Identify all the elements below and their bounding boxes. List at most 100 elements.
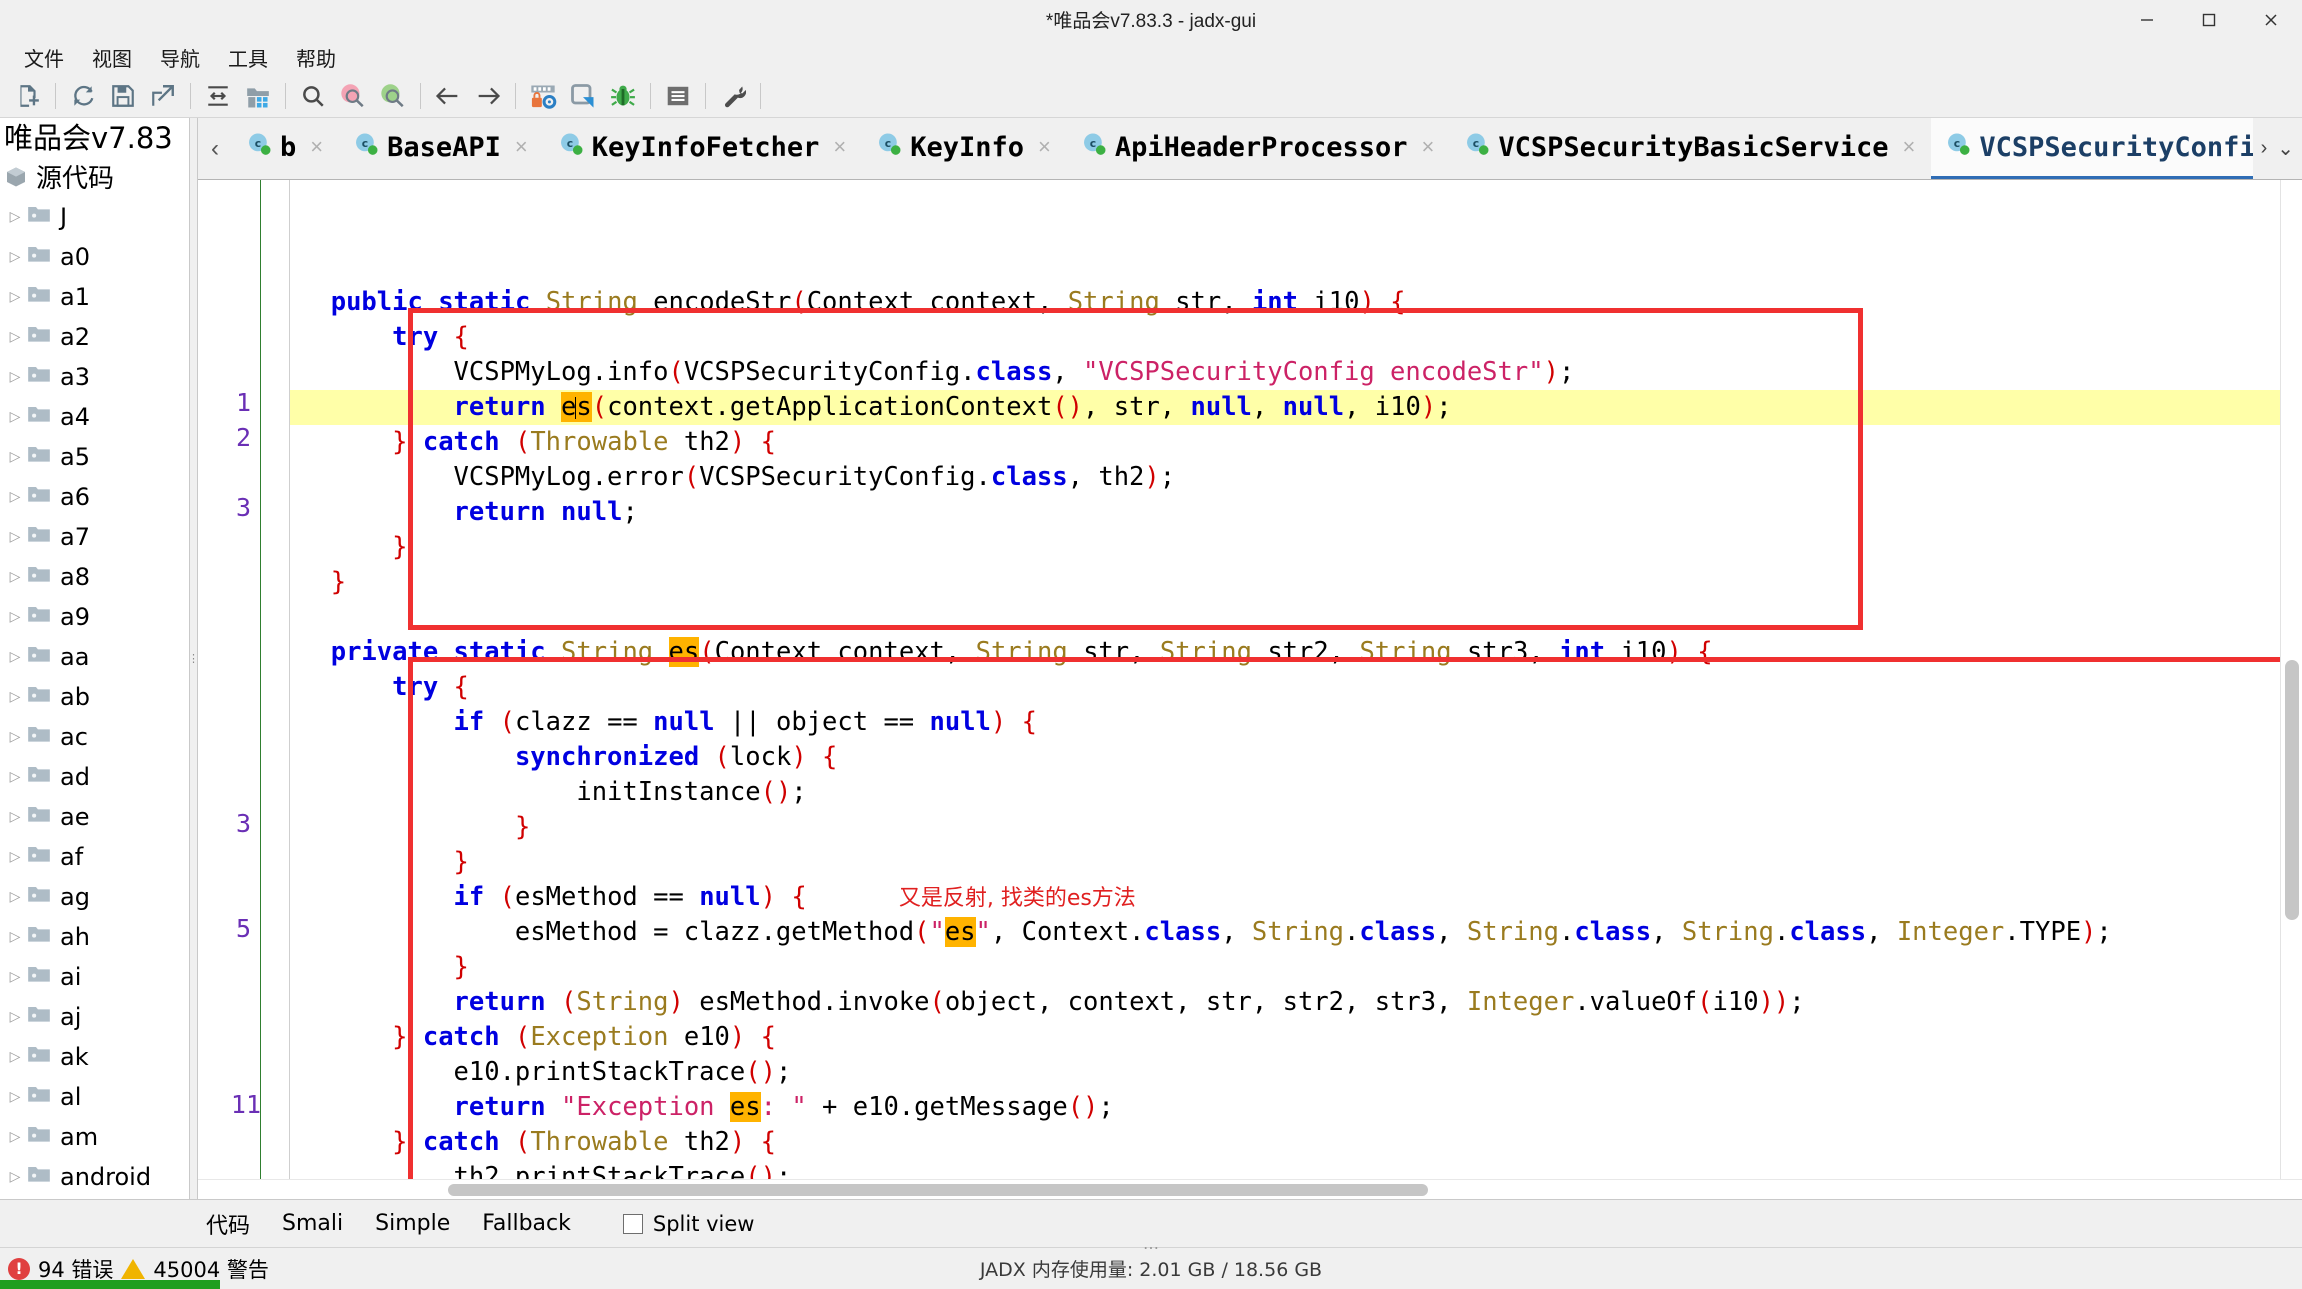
tree-expand-icon[interactable]: ▷ xyxy=(6,1169,24,1185)
tree-node-al[interactable]: ▷ al xyxy=(0,1077,189,1117)
tree-node-source[interactable]: 源代码 xyxy=(0,156,189,197)
tree-expand-icon[interactable]: ▷ xyxy=(6,1129,24,1145)
tab-smali[interactable]: Smali xyxy=(266,1205,359,1242)
split-view-checkbox[interactable] xyxy=(622,1213,643,1234)
tree-node-J[interactable]: ▷ J xyxy=(0,197,189,237)
menu-navigate[interactable]: 导航 xyxy=(146,40,214,75)
maximize-button[interactable] xyxy=(2178,0,2240,40)
log-viewer-icon[interactable] xyxy=(659,77,697,115)
tree-node-list[interactable]: ▷ J ▷ a0 ▷ a1 ▷ a2 ▷ a3 ▷ a4 ▷ a5 ▷ a6 ▷ a7 ▷ a8 ▷… xyxy=(0,197,189,1199)
split-view-toggle[interactable]: Split view xyxy=(622,1212,754,1236)
sidebar-splitter[interactable]: ⋮ xyxy=(188,118,199,1199)
tree-node-a0[interactable]: ▷ a0 xyxy=(0,237,189,277)
tree-node-ab[interactable]: ▷ ab xyxy=(0,677,189,717)
tab-VCSPSecurityConfig[interactable]: c VCSPSecurityConfig× xyxy=(1931,118,2253,179)
tree-node-aj[interactable]: ▷ aj xyxy=(0,997,189,1037)
tree-expand-icon[interactable]: ▷ xyxy=(6,569,24,585)
tree-expand-icon[interactable]: ▷ xyxy=(6,969,24,985)
tree-node-ak[interactable]: ▷ ak xyxy=(0,1037,189,1077)
tree-expand-icon[interactable]: ▷ xyxy=(6,929,24,945)
tab-KeyInfoFetcher[interactable]: c KeyInfoFetcher × xyxy=(544,118,862,179)
tree-node-a7[interactable]: ▷ a7 xyxy=(0,517,189,557)
code-editor[interactable]: 1 2 3 3 5 11 9 public static String enco… xyxy=(198,180,2302,1179)
menu-tools[interactable]: 工具 xyxy=(214,40,282,75)
tree-expand-icon[interactable]: ▷ xyxy=(6,609,24,625)
tab-fallback[interactable]: Fallback xyxy=(466,1205,587,1242)
status-resize-grip[interactable]: ⋯ xyxy=(0,1238,2302,1258)
tree-expand-icon[interactable]: ▷ xyxy=(6,249,24,265)
back-arrow-icon[interactable] xyxy=(429,77,467,115)
tab-VCSPSecurityBasicService[interactable]: c VCSPSecurityBasicService × xyxy=(1450,118,1931,179)
scrollbar-thumb[interactable] xyxy=(2285,660,2299,920)
tree-node-a1[interactable]: ▷ a1 xyxy=(0,277,189,317)
tree-node-ad[interactable]: ▷ ad xyxy=(0,757,189,797)
tree-node-a3[interactable]: ▷ a3 xyxy=(0,357,189,397)
tree-expand-icon[interactable]: ▷ xyxy=(6,849,24,865)
search-icon[interactable] xyxy=(294,77,332,115)
tab-close-icon[interactable]: × xyxy=(1032,134,1057,160)
tree-node-ac[interactable]: ▷ ac xyxy=(0,717,189,757)
tree-expand-icon[interactable]: ▷ xyxy=(6,329,24,345)
tab-close-icon[interactable]: × xyxy=(509,134,534,160)
status-issues[interactable]: ! 94 错误 45004 警告 xyxy=(0,1254,269,1284)
code-text[interactable]: public static String encodeStr(Context c… xyxy=(290,180,2302,1179)
tree-node-af[interactable]: ▷ af xyxy=(0,837,189,877)
tree-expand-icon[interactable]: ▷ xyxy=(6,689,24,705)
tab-close-icon[interactable]: × xyxy=(827,134,852,160)
editor-horizontal-scrollbar[interactable] xyxy=(198,1179,2302,1199)
tree-node-a4[interactable]: ▷ a4 xyxy=(0,397,189,437)
tree-expand-icon[interactable]: ▷ xyxy=(6,649,24,665)
menu-file[interactable]: 文件 xyxy=(10,40,78,75)
tree-expand-icon[interactable]: ▷ xyxy=(6,1089,24,1105)
tree-expand-icon[interactable]: ▷ xyxy=(6,489,24,505)
forward-arrow-icon[interactable] xyxy=(469,77,507,115)
tree-node-ae[interactable]: ▷ ae xyxy=(0,797,189,837)
tree-node-a2[interactable]: ▷ a2 xyxy=(0,317,189,357)
tab-scroll-left-icon[interactable]: ‹ xyxy=(198,118,232,179)
tab-BaseAPI[interactable]: c BaseAPI × xyxy=(339,118,544,179)
tab-close-icon[interactable]: × xyxy=(1896,134,1921,160)
tree-node-a9[interactable]: ▷ a9 xyxy=(0,597,189,637)
open-file-icon[interactable] xyxy=(9,77,47,115)
chevron-down-icon[interactable]: ⌄ xyxy=(2277,136,2294,161)
tree-node-a5[interactable]: ▷ a5 xyxy=(0,437,189,477)
tab-close-icon[interactable]: × xyxy=(304,134,329,160)
tree-node-aa[interactable]: ▷ aa xyxy=(0,637,189,677)
collapse-all-icon[interactable] xyxy=(199,77,237,115)
tab-b[interactable]: c b × xyxy=(232,118,339,179)
tree-root-label[interactable]: 唯品会v7.83 xyxy=(0,118,189,156)
flat-packages-icon[interactable] xyxy=(239,77,277,115)
quark-icon[interactable] xyxy=(564,77,602,115)
menu-view[interactable]: 视图 xyxy=(78,40,146,75)
tree-expand-icon[interactable]: ▷ xyxy=(6,409,24,425)
tree-node-am[interactable]: ▷ am xyxy=(0,1117,189,1157)
deobfuscation-icon[interactable] xyxy=(524,77,562,115)
export-gradle-icon[interactable] xyxy=(144,77,182,115)
tree-node-ag[interactable]: ▷ ag xyxy=(0,877,189,917)
search-resource-icon[interactable] xyxy=(374,77,412,115)
tree-expand-icon[interactable]: ▷ xyxy=(6,769,24,785)
tree-node-a6[interactable]: ▷ a6 xyxy=(0,477,189,517)
tree-node-a8[interactable]: ▷ a8 xyxy=(0,557,189,597)
tree-expand-icon[interactable]: ▷ xyxy=(6,369,24,385)
tree-expand-icon[interactable]: ▷ xyxy=(6,449,24,465)
tree-expand-icon[interactable]: ▷ xyxy=(6,1049,24,1065)
tree-expand-icon[interactable]: ▷ xyxy=(6,1009,24,1025)
preferences-icon[interactable] xyxy=(714,77,752,115)
save-all-icon[interactable] xyxy=(104,77,142,115)
tree-expand-icon[interactable]: ▷ xyxy=(6,289,24,305)
tree-expand-icon[interactable]: ▷ xyxy=(6,889,24,905)
close-button[interactable] xyxy=(2240,0,2302,40)
search-class-icon[interactable] xyxy=(334,77,372,115)
tree-node-androidt[interactable]: ▷ androidt xyxy=(0,1197,189,1199)
tree-expand-icon[interactable]: ▷ xyxy=(6,809,24,825)
tab-KeyInfo[interactable]: c KeyInfo × xyxy=(862,118,1067,179)
hscrollbar-thumb[interactable] xyxy=(448,1184,1428,1196)
minimize-button[interactable] xyxy=(2116,0,2178,40)
tab-scroll-right-icon[interactable]: › xyxy=(2261,137,2268,160)
tree-expand-icon[interactable]: ▷ xyxy=(6,529,24,545)
tree-expand-icon[interactable]: ▷ xyxy=(6,729,24,745)
tree-node-ah[interactable]: ▷ ah xyxy=(0,917,189,957)
tab-close-icon[interactable]: × xyxy=(1415,134,1440,160)
tree-node-ai[interactable]: ▷ ai xyxy=(0,957,189,997)
